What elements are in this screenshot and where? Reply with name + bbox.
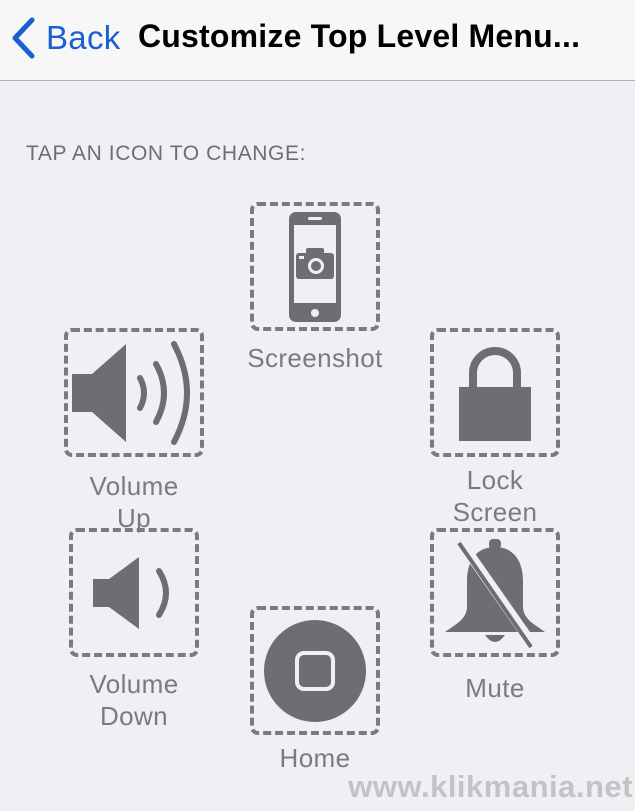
screenshot-icon — [287, 210, 343, 324]
chevron-left-icon — [10, 17, 36, 59]
mute-slot[interactable] — [430, 528, 560, 657]
back-label: Back — [46, 19, 121, 56]
watermark: www.klikmania.net — [348, 769, 633, 804]
section-header: TAP AN ICON TO CHANGE: — [26, 142, 307, 165]
lock-screen-label: Lock Screen — [452, 465, 538, 527]
screenshot-label: Screenshot — [247, 343, 383, 373]
volume-up-slot[interactable] — [64, 328, 204, 457]
screenshot-slot[interactable] — [250, 202, 380, 331]
back-button[interactable]: Back — [10, 14, 121, 62]
lock-screen-slot[interactable] — [430, 328, 560, 457]
lock-icon — [457, 343, 533, 443]
bell-slash-icon — [441, 537, 549, 649]
navigation-bar: Back Customize Top Level Menu... — [0, 0, 635, 81]
home-button-icon — [263, 619, 367, 723]
volume-down-slot[interactable] — [69, 528, 199, 657]
mute-label: Mute — [465, 673, 525, 703]
volume-up-icon — [70, 338, 198, 448]
page-title: Customize Top Level Menu... — [138, 18, 581, 54]
volume-down-label: Volume Down — [89, 669, 179, 731]
volume-down-icon — [91, 553, 177, 633]
volume-up-label: Volume Up — [89, 471, 179, 533]
home-slot[interactable] — [250, 606, 380, 735]
